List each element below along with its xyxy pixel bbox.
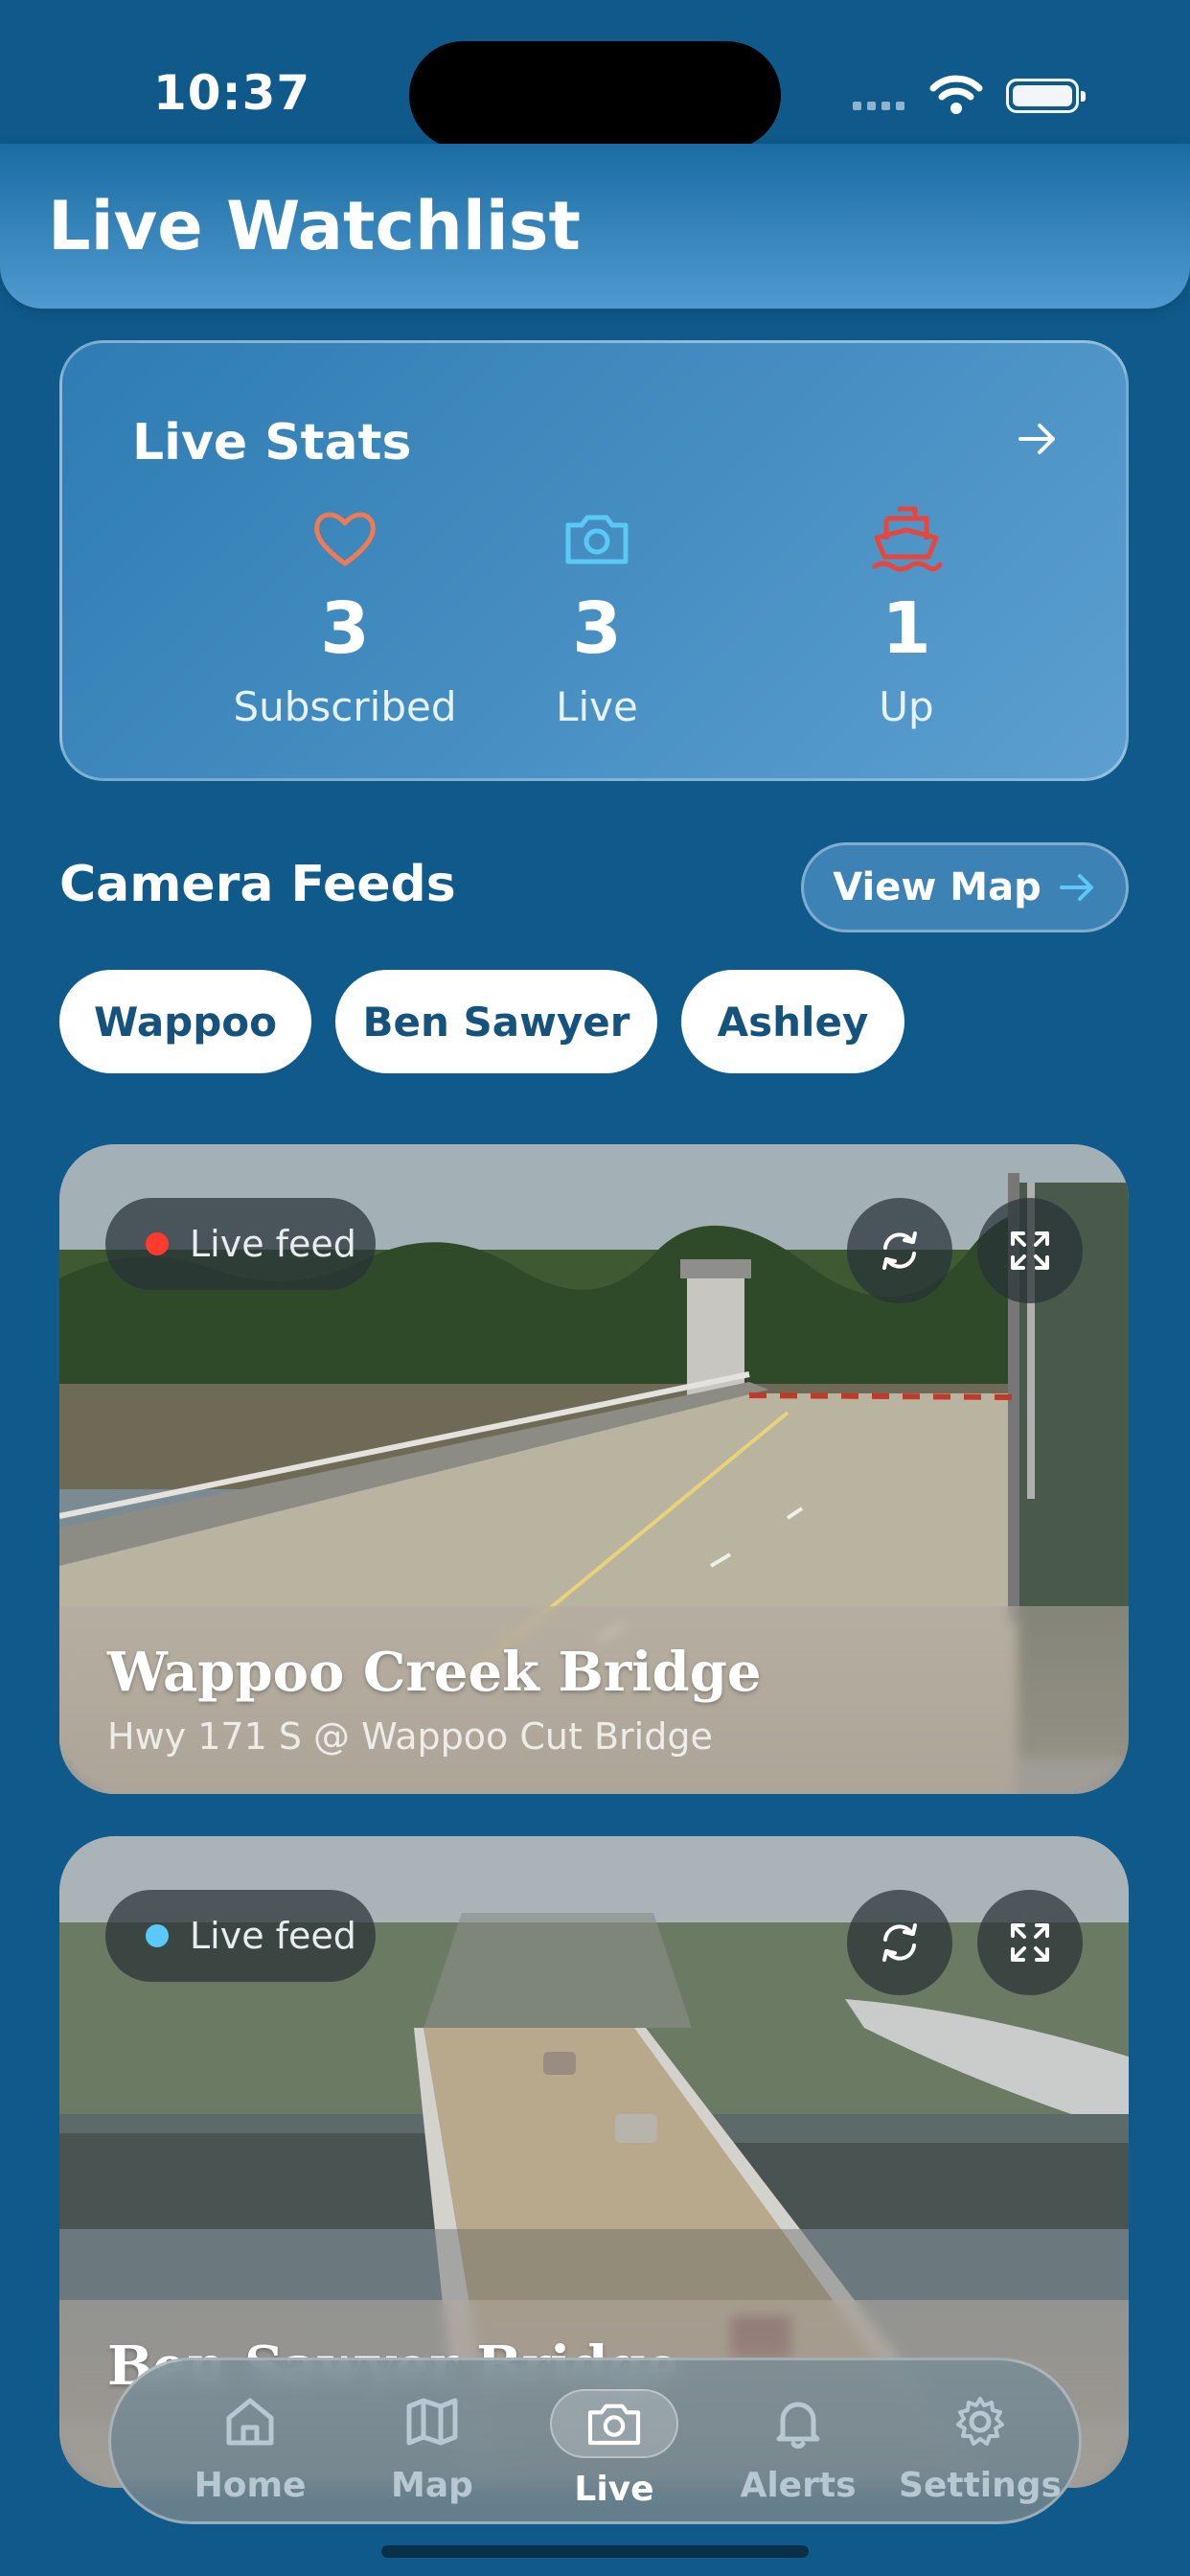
camera-icon <box>587 2404 641 2446</box>
tab-label: Alerts <box>740 2466 857 2505</box>
filter-chip-ben-sawyer[interactable]: Ben Sawyer <box>335 970 657 1073</box>
refresh-button[interactable] <box>847 1198 952 1303</box>
view-map-label: View Map <box>833 865 1041 909</box>
stat-value: 3 <box>320 587 370 670</box>
bell-icon <box>776 2402 820 2450</box>
refresh-button[interactable] <box>847 1890 952 1995</box>
expand-icon <box>1011 1231 1049 1270</box>
stat-label: Up <box>879 683 934 730</box>
cellular-signal-icon <box>853 96 910 114</box>
live-feed-label: Live feed <box>190 1223 356 1265</box>
tab-bar: Home Map Live Alerts Settings <box>108 2358 1082 2524</box>
stat-value: 1 <box>881 587 931 670</box>
refresh-icon <box>882 1231 917 1270</box>
feed-title: Wappoo Creek Bridge <box>107 1641 762 1704</box>
gear-icon <box>956 2397 1004 2446</box>
stats-title: Live Stats <box>132 414 412 472</box>
ship-icon <box>872 506 942 572</box>
dynamic-island <box>409 41 781 150</box>
battery-icon <box>1006 79 1086 113</box>
view-map-button[interactable]: View Map <box>801 842 1129 932</box>
arrow-right-icon[interactable] <box>1017 420 1059 458</box>
stat-subscribed: 3 Subscribed <box>201 501 489 730</box>
refresh-icon <box>882 1923 917 1962</box>
tab-live[interactable]: Live <box>523 2389 705 2509</box>
map-icon <box>406 2398 458 2446</box>
tab-map[interactable]: Map <box>341 2389 523 2505</box>
feed-subtitle: Hwy 171 S @ Wappoo Cut Bridge <box>107 1715 713 1758</box>
wifi-icon <box>929 75 983 114</box>
feed-caption: Wappoo Creek Bridge Hwy 171 S @ Wappoo C… <box>59 1606 1129 1794</box>
tab-label: Live <box>574 2470 654 2509</box>
live-indicator-dot <box>146 1232 169 1255</box>
home-indicator <box>381 2545 809 2558</box>
fullscreen-button[interactable] <box>977 1890 1083 1995</box>
home-icon <box>226 2398 274 2446</box>
live-feed-badge: Live feed <box>105 1198 376 1290</box>
stat-label: Live <box>556 683 638 730</box>
stat-up: 1 Up <box>763 501 1050 730</box>
tab-label: Settings <box>899 2466 1062 2505</box>
heart-icon <box>314 512 376 566</box>
live-feed-label: Live feed <box>190 1915 356 1957</box>
tab-home[interactable]: Home <box>159 2389 341 2505</box>
tab-label: Home <box>194 2466 307 2505</box>
tab-settings[interactable]: Settings <box>889 2389 1071 2505</box>
page-title: Live Watchlist <box>48 187 581 265</box>
expand-icon <box>1011 1923 1049 1962</box>
arrow-right-icon <box>1059 874 1093 901</box>
camera-feed-card[interactable]: Live feed Wappoo Creek Bridge Hwy 171 S … <box>59 1144 1129 1794</box>
tab-alerts[interactable]: Alerts <box>707 2389 889 2505</box>
filter-chip-wappoo[interactable]: Wappoo <box>59 970 311 1073</box>
fullscreen-button[interactable] <box>977 1198 1083 1303</box>
stat-label: Subscribed <box>233 683 457 730</box>
live-stats-card[interactable]: Live Stats 3 Subscribed 3 Live 1 Up <box>59 340 1129 781</box>
section-title: Camera Feeds <box>59 856 456 913</box>
live-indicator-dot <box>146 1924 169 1947</box>
status-time: 10:37 <box>153 65 311 121</box>
camera-icon <box>565 515 629 564</box>
stat-value: 3 <box>572 587 622 670</box>
stat-live: 3 Live <box>453 501 741 730</box>
tab-label: Map <box>391 2466 473 2505</box>
filter-chip-ashley[interactable]: Ashley <box>681 970 904 1073</box>
header: Live Watchlist <box>0 144 1190 309</box>
live-feed-badge: Live feed <box>105 1890 376 1982</box>
